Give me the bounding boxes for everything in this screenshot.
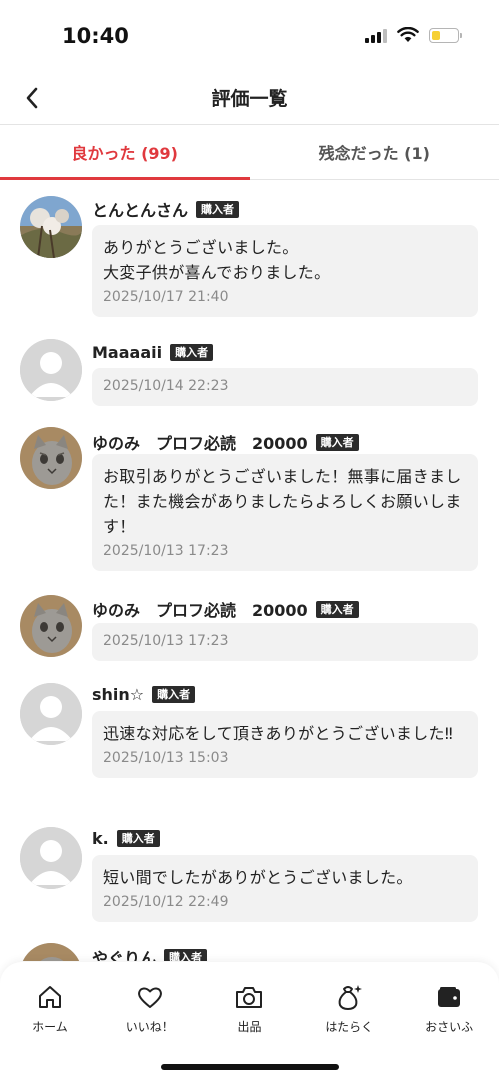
- user-name[interactable]: ゆのみ プロフ必読 20000: [92, 597, 308, 621]
- review-list[interactable]: とんとんさん 購入者 ありがとうございました。 大変子供が喜んでおりました。 2…: [0, 181, 499, 961]
- tab-wallet[interactable]: おさいふ: [399, 982, 499, 1035]
- wifi-icon: [397, 27, 419, 42]
- review-date: 2025/10/12 22:49: [103, 894, 229, 910]
- user-name[interactable]: shin☆: [92, 685, 144, 704]
- review-bubble: 2025/10/14 22:23: [92, 368, 478, 406]
- tab-good[interactable]: 良かった (99): [0, 125, 250, 180]
- tab-work[interactable]: はたらく: [299, 982, 399, 1035]
- review-date: 2025/10/13 17:23: [103, 633, 229, 649]
- tab-likes[interactable]: いいね！: [100, 982, 200, 1035]
- avatar[interactable]: [20, 683, 82, 745]
- wallet-icon: [438, 987, 461, 1007]
- review-date: 2025/10/13 17:23: [103, 543, 229, 559]
- bottom-tab-bar: ホーム いいね！ 出品 はたらく おさいふ: [0, 962, 499, 1080]
- status-time: 10:40: [62, 24, 129, 48]
- review-comment: 短い間でしたがありがとうございました。: [103, 868, 413, 887]
- tab-sell[interactable]: 出品: [200, 982, 300, 1035]
- review-bubble: 2025/10/13 17:23: [92, 623, 478, 661]
- tab-home[interactable]: ホーム: [0, 982, 100, 1035]
- tab-likes-label: いいね！: [125, 1020, 174, 1034]
- user-name[interactable]: とんとんさん: [92, 197, 188, 221]
- review-comment: お取引ありがとうございました！無事に届きました！また機会がありましたらよろしくお…: [103, 467, 462, 536]
- review-bubble: ありがとうございました。 大変子供が喜んでおりました。 2025/10/17 2…: [92, 225, 478, 317]
- tab-bad[interactable]: 残念だった (1): [250, 125, 499, 179]
- user-name[interactable]: やぐりん: [92, 945, 156, 961]
- review-bubble: 迅速な対応をして頂きありがとうございました‼ 2025/10/13 15:03: [92, 711, 478, 778]
- avatar[interactable]: [20, 196, 82, 258]
- heart-icon: [137, 987, 162, 1008]
- header: 評価一覧: [0, 72, 499, 124]
- buyer-badge: 購入者: [315, 433, 359, 451]
- review-bubble: 短い間でしたがありがとうございました。 2025/10/12 22:49: [92, 855, 478, 922]
- rating-tabs: 良かった (99) 残念だった (1): [0, 124, 499, 180]
- review-date: 2025/10/17 21:40: [103, 289, 229, 305]
- buyer-badge: 購入者: [164, 948, 208, 961]
- battery-icon: [429, 27, 462, 43]
- buyer-badge: 購入者: [116, 830, 160, 847]
- buyer-badge: 購入者: [196, 200, 240, 218]
- user-name[interactable]: ゆのみ プロフ必読 20000: [92, 430, 308, 454]
- tab-sell-label: 出品: [237, 1020, 262, 1034]
- user-name[interactable]: k.: [92, 829, 109, 848]
- page-title: 評価一覧: [211, 88, 288, 110]
- buyer-badge: 購入者: [170, 344, 214, 361]
- review-comment: ありがとうございました。 大変子供が喜んでおりました。: [103, 238, 331, 282]
- buyer-badge: 購入者: [315, 600, 359, 618]
- home-indicator: [161, 1064, 339, 1070]
- tab-work-label: はたらく: [325, 1020, 374, 1034]
- review-comment: 迅速な対応をして頂きありがとうございました‼: [103, 724, 453, 743]
- avatar[interactable]: [20, 827, 82, 889]
- tab-home-label: ホーム: [32, 1020, 68, 1034]
- tab-wallet-label: おさいふ: [425, 1020, 474, 1034]
- buyer-badge: 購入者: [152, 686, 196, 703]
- cellular-signal-icon: [365, 28, 387, 43]
- home-icon: [38, 986, 61, 1008]
- avatar[interactable]: [20, 943, 82, 961]
- camera-icon: [236, 987, 263, 1008]
- status-icons: [365, 27, 462, 43]
- review-bubble: お取引ありがとうございました！無事に届きました！また機会がありましたらよろしくお…: [92, 454, 478, 571]
- user-name[interactable]: Maaaaii: [92, 343, 162, 362]
- money-bag-icon: [338, 985, 363, 1010]
- status-bar: 10:40: [0, 0, 499, 72]
- avatar[interactable]: [20, 595, 82, 657]
- review-date: 2025/10/14 22:23: [103, 378, 229, 394]
- avatar[interactable]: [20, 427, 82, 489]
- review-date: 2025/10/13 15:03: [103, 750, 229, 766]
- avatar[interactable]: [20, 339, 82, 401]
